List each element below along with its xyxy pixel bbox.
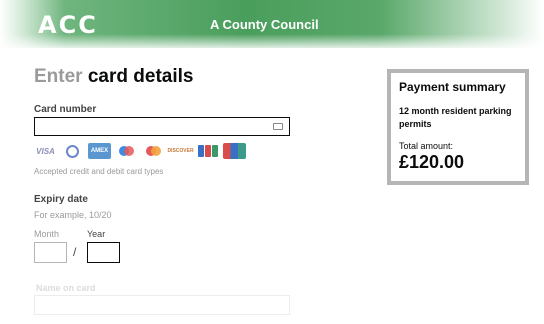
payment-summary-panel: Payment summary 12 month resident parkin… xyxy=(387,69,529,185)
mastercard-logo-icon xyxy=(142,143,165,159)
expiry-date-hint: For example, 10/20 xyxy=(34,210,112,220)
council-name: A County Council xyxy=(210,17,319,32)
name-on-card-label: Name on card xyxy=(36,283,96,293)
page-title: Enter card details xyxy=(34,66,193,88)
expiry-year-input[interactable] xyxy=(87,242,120,263)
card-number-label: Card number xyxy=(34,104,97,115)
date-separator: / xyxy=(73,245,77,259)
diners-logo-icon xyxy=(61,143,84,159)
site-header: ACC A County Council xyxy=(0,0,544,50)
accepted-cards: VISA AMEX DISCOVER xyxy=(34,143,246,161)
expiry-month-input[interactable] xyxy=(34,242,67,263)
discover-logo-icon: DISCOVER xyxy=(167,143,194,159)
name-on-card-input[interactable] xyxy=(34,295,290,315)
accepted-cards-hint: Accepted credit and debit card types xyxy=(34,167,164,176)
page-title-rest: card details xyxy=(82,66,194,87)
jcb-logo-icon xyxy=(196,143,219,159)
payment-summary-title: Payment summary xyxy=(399,80,506,94)
card-number-input[interactable] xyxy=(34,117,290,136)
page-title-faded: Enter xyxy=(34,66,83,87)
total-amount-label: Total amount: xyxy=(399,141,454,151)
year-label: Year xyxy=(87,229,106,239)
amex-logo-icon: AMEX xyxy=(88,143,111,159)
maestro-logo-icon xyxy=(115,143,138,159)
expiry-date-label: Expiry date xyxy=(34,194,88,205)
month-label: Month xyxy=(34,229,60,239)
header-fade xyxy=(0,34,544,50)
total-amount-value: £120.00 xyxy=(399,152,465,172)
card-icon xyxy=(273,123,283,130)
unionpay-logo-icon xyxy=(223,143,246,159)
visa-logo-icon: VISA xyxy=(34,143,57,159)
payment-description: 12 month resident parking permits xyxy=(399,106,512,129)
